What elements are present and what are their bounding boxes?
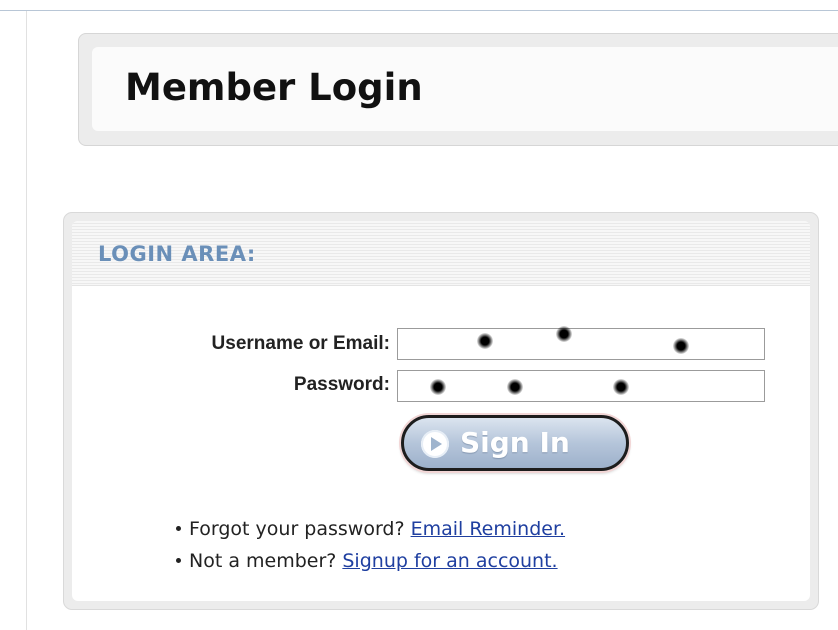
- sign-in-button[interactable]: Sign In: [401, 415, 629, 471]
- left-divider: [26, 11, 27, 630]
- login-panel-inner: LOGIN AREA:: [72, 221, 810, 601]
- login-panel-heading-bar: LOGIN AREA:: [72, 221, 810, 286]
- bullet-icon: [176, 525, 181, 531]
- top-divider: [0, 10, 838, 11]
- play-circle-icon: [421, 430, 449, 458]
- username-label: Username or Email:: [211, 333, 390, 354]
- not-a-member-text: Not a member?: [189, 550, 337, 572]
- sign-in-label: Sign In: [460, 426, 570, 459]
- username-input[interactable]: [397, 328, 765, 360]
- forgot-password-text: Forgot your password?: [189, 518, 405, 540]
- email-reminder-link[interactable]: Email Reminder.: [411, 518, 565, 540]
- password-input[interactable]: [397, 370, 765, 402]
- signup-row: Not a member? Signup for an account.: [176, 548, 558, 574]
- bullet-icon: [176, 557, 181, 563]
- page-title: Member Login: [125, 66, 423, 109]
- signup-link[interactable]: Signup for an account.: [342, 550, 557, 572]
- forgot-password-row: Forgot your password? Email Reminder.: [176, 516, 565, 542]
- login-page: Member Login LOGIN AREA: Username or Ema…: [0, 0, 838, 630]
- password-label: Password:: [293, 374, 390, 395]
- login-area-heading: LOGIN AREA:: [98, 242, 256, 266]
